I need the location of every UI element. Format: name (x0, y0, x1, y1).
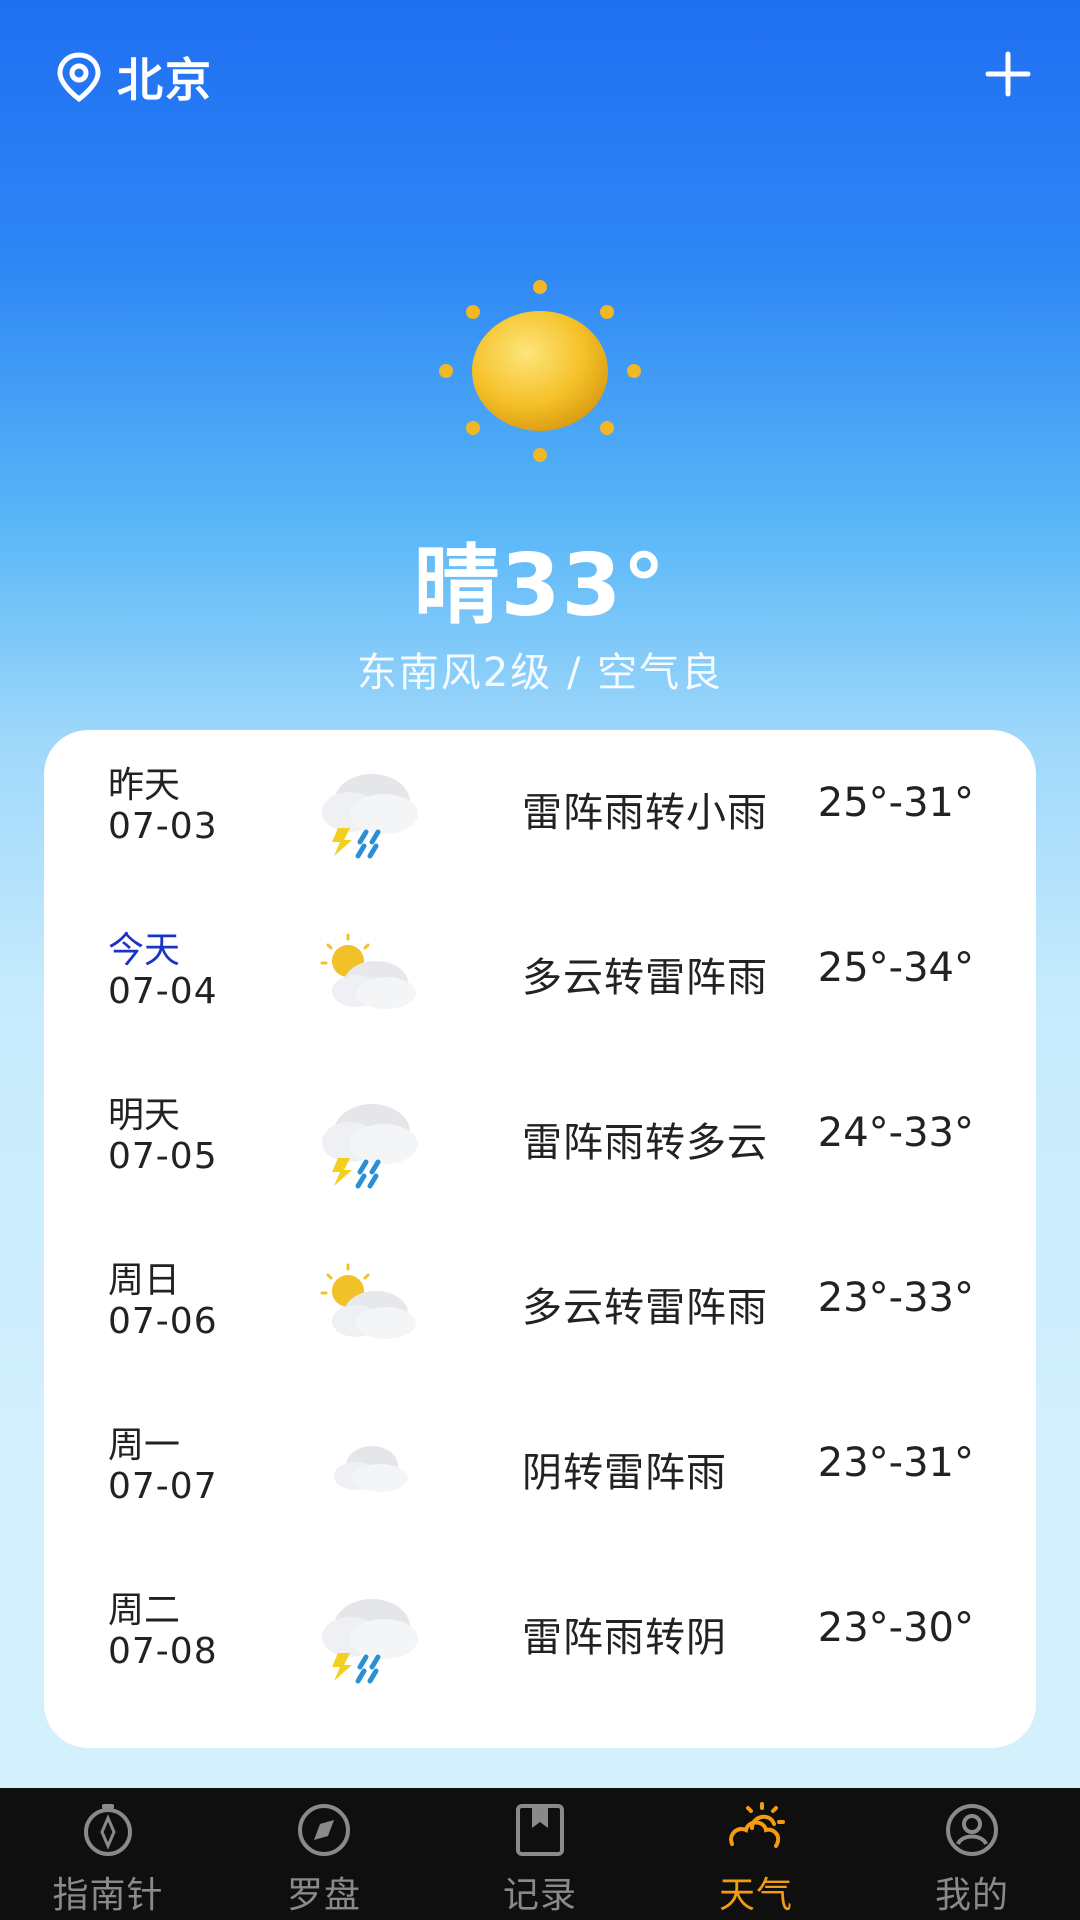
forecast-day: 周一 (108, 1425, 181, 1466)
forecast-day: 昨天 (108, 765, 181, 806)
nav-item-weather[interactable]: 天气 (648, 1788, 864, 1920)
thunderstorm-rain-icon (322, 1599, 418, 1684)
forecast-day: 周二 (108, 1590, 181, 1631)
thunderstorm-rain-icon (322, 774, 418, 859)
current-condition-temperature: 晴33° (413, 536, 667, 636)
forecast-day: 周日 (108, 1260, 181, 1301)
compass-icon (298, 1804, 350, 1856)
compass-needle-icon (84, 1804, 132, 1856)
forecast-row[interactable]: 周日 07-06 多云转雷阵雨 23°-33° (44, 1225, 1036, 1390)
location-selector[interactable]: 北京 (55, 44, 213, 110)
forecast-description: 多云转雷阵雨 (522, 955, 768, 1001)
plus-icon[interactable] (984, 50, 1032, 98)
forecast-date: 07-03 (108, 806, 218, 847)
forecast-description: 雷阵雨转阴 (522, 1615, 727, 1661)
forecast-date: 07-05 (108, 1136, 218, 1177)
profile-icon (946, 1804, 998, 1856)
location-name: 北京 (117, 53, 213, 107)
forecast-day: 明天 (108, 1095, 181, 1136)
thunderstorm-rain-icon (322, 1104, 418, 1189)
forecast-temperature: 23°-30° (817, 1605, 974, 1651)
forecast-description: 雷阵雨转小雨 (522, 790, 768, 836)
location-pin-icon (57, 52, 101, 103)
forecast-day: 今天 (108, 930, 181, 971)
bookmark-icon (516, 1804, 564, 1856)
forecast-description: 多云转雷阵雨 (522, 1285, 768, 1331)
top-bar: 北京 (0, 0, 1080, 150)
forecast-description: 雷阵雨转多云 (522, 1120, 768, 1166)
forecast-date: 07-07 (108, 1466, 218, 1507)
forecast-row[interactable]: 周一 07-07 阴转雷阵雨 23°-31° (44, 1390, 1036, 1555)
nav-item-records[interactable]: 记录 (432, 1788, 648, 1920)
forecast-temperature: 23°-31° (817, 1440, 974, 1486)
forecast-date: 07-04 (108, 971, 218, 1012)
forecast-temperature: 24°-33° (817, 1110, 974, 1156)
forecast-row[interactable]: 今天 07-04 多云转雷阵雨 25°-34° (44, 895, 1036, 1060)
bottom-nav: 指南针 罗盘 记录 天气 我的 (0, 1788, 1080, 1920)
current-details: 东南风2级 / 空气良 (356, 650, 724, 696)
nav-item-compass-needle[interactable]: 指南针 (0, 1788, 216, 1920)
forecast-temperature: 25°-31° (817, 780, 974, 826)
nav-item-profile[interactable]: 我的 (864, 1788, 1080, 1920)
nav-label: 指南针 (52, 1875, 164, 1916)
nav-label: 罗盘 (286, 1875, 361, 1916)
nav-label: 记录 (502, 1875, 577, 1916)
forecast-temperature: 25°-34° (817, 945, 974, 991)
forecast-date: 07-06 (108, 1301, 218, 1342)
forecast-description: 阴转雷阵雨 (522, 1450, 727, 1496)
weather-icon (729, 1802, 785, 1848)
forecast-card: 昨天 07-03 雷阵雨转小雨 25°-31° 今天 07-04 多云转雷阵雨 … (44, 730, 1036, 1748)
nav-item-compass[interactable]: 罗盘 (216, 1788, 432, 1920)
forecast-date: 07-08 (108, 1631, 218, 1672)
cloud-icon (334, 1446, 408, 1492)
forecast-row[interactable]: 明天 07-05 雷阵雨转多云 24°-33° (44, 1060, 1036, 1225)
forecast-row[interactable]: 昨天 07-03 雷阵雨转小雨 25°-31° (44, 730, 1036, 895)
nav-label: 天气 (718, 1875, 793, 1916)
forecast-row[interactable]: 周二 07-08 雷阵雨转阴 23°-30° (44, 1555, 1036, 1720)
forecast-temperature: 23°-33° (817, 1275, 974, 1321)
nav-label: 我的 (934, 1875, 1009, 1916)
sun-icon (439, 280, 641, 462)
partly-cloudy-icon (320, 933, 416, 1009)
partly-cloudy-icon (320, 1263, 416, 1339)
